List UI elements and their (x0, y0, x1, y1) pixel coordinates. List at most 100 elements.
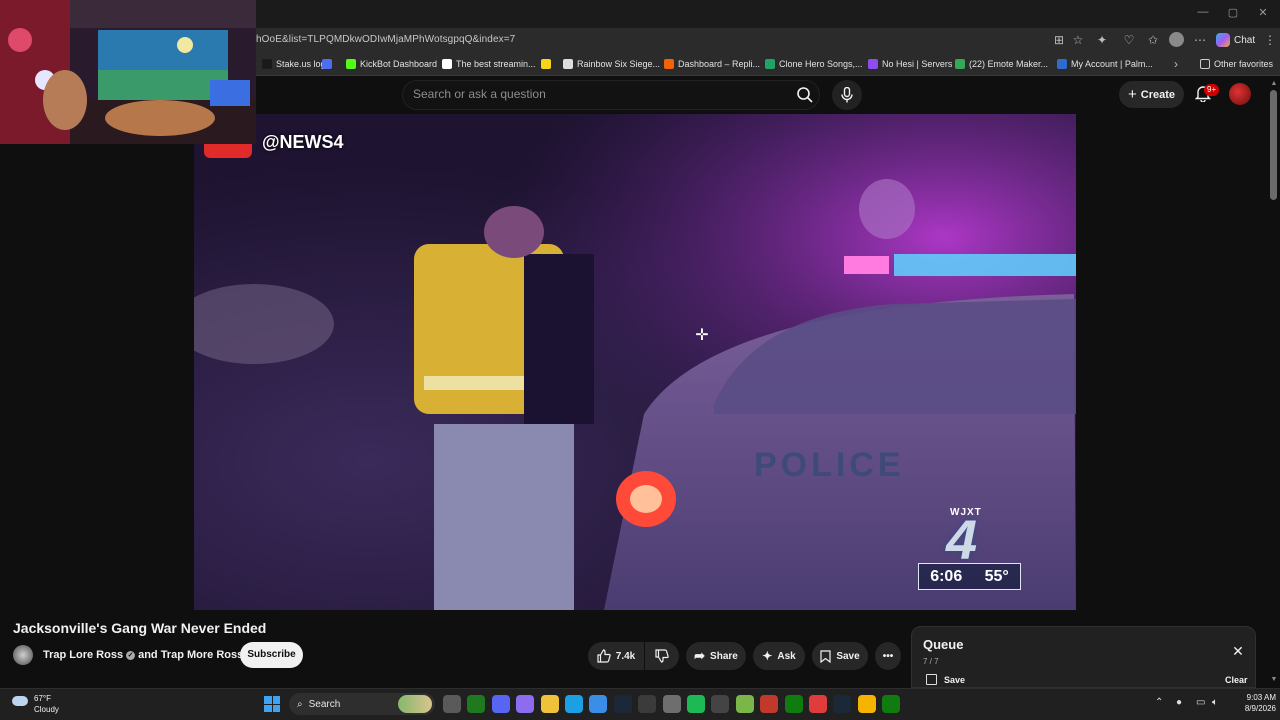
settings-icon[interactable] (663, 695, 681, 713)
ms-store-icon[interactable] (589, 695, 607, 713)
close-window-icon[interactable]: ✕ (1248, 6, 1278, 19)
scroll-down-icon[interactable]: ▼ (1269, 676, 1279, 683)
g-app-icon[interactable] (809, 695, 827, 713)
thumbs-down-icon (655, 649, 669, 663)
share-button[interactable]: ➦ Share (686, 642, 746, 670)
queue-close-icon[interactable]: ✕ (1230, 643, 1246, 659)
overlay-time: 6:06 (930, 567, 963, 585)
webcam-image (0, 0, 256, 144)
bookmark-favicon-icon (1057, 59, 1067, 69)
spotify-icon[interactable] (687, 695, 705, 713)
cloud-icon[interactable] (12, 696, 28, 706)
extensions-icon[interactable]: ✦ (1094, 32, 1110, 48)
bookmark-favicon-icon (346, 59, 356, 69)
task-view-icon[interactable] (443, 695, 461, 713)
scroll-up-icon[interactable]: ▲ (1269, 80, 1279, 87)
favorite-star-icon[interactable]: ☆ (1070, 32, 1086, 48)
other-favorites-label: Other favorites (1214, 59, 1274, 69)
microphone-icon[interactable] (832, 80, 862, 110)
like-count: 7.4k (615, 650, 636, 662)
browser-essentials-icon[interactable]: ♡ (1121, 32, 1137, 48)
bookmark-item[interactable]: My Account | Palm... (1057, 57, 1153, 71)
volume-icon[interactable]: 🔈︎ (1212, 697, 1218, 708)
video-player[interactable]: POLICE (194, 114, 1076, 610)
bookmark-item[interactable]: Stake.us logo (262, 57, 331, 71)
microphone-tray-icon[interactable]: ● (1176, 697, 1182, 708)
ask-button[interactable]: ✦ Ask (753, 642, 805, 670)
sidebar-toggle-icon[interactable]: ⋮ (1262, 32, 1278, 48)
bookmark-label: KickBot Dashboard (360, 59, 438, 69)
chrome-icon[interactable] (858, 695, 876, 713)
bookmark-item[interactable] (322, 57, 332, 71)
bookmark-item[interactable]: Clone Hero Songs,... (765, 57, 863, 71)
scroll-thumb[interactable] (1270, 90, 1277, 200)
ask-label: Ask (777, 650, 796, 662)
channel-number-logo: 4 (946, 508, 978, 571)
save-button[interactable]: Save (812, 642, 868, 670)
windows-start-icon[interactable] (264, 696, 280, 712)
bookmark-item[interactable]: KickBot Dashboard (346, 57, 437, 71)
bookmark-icon (820, 649, 831, 663)
bookmark-label: Dashboard – Repli... (678, 59, 761, 69)
collab-channel[interactable]: and Trap More Ross (138, 649, 243, 661)
red-app-icon[interactable] (760, 695, 778, 713)
copilot-chat-button[interactable]: Chat (1216, 31, 1255, 49)
bookmark-favicon-icon (868, 59, 878, 69)
clock-time[interactable]: 9:03 AM (1236, 693, 1276, 702)
create-label: Create (1140, 88, 1175, 101)
search-input[interactable]: Search or ask a question (413, 87, 546, 101)
edge-icon[interactable] (565, 695, 583, 713)
discord-icon[interactable] (492, 695, 510, 713)
bookmark-label: No Hesi | Servers (882, 59, 953, 69)
bookmark-favicon-icon (541, 59, 551, 69)
maximize-icon[interactable]: ▢ (1218, 6, 1248, 19)
bookmark-item[interactable]: No Hesi | Servers (868, 57, 952, 71)
queue-save-label[interactable]: Save (944, 675, 965, 685)
search-icon[interactable] (792, 82, 818, 108)
xbox-2-icon[interactable] (882, 695, 900, 713)
bookmark-item[interactable] (541, 57, 551, 71)
favorites-icon[interactable]: ✩ (1145, 32, 1161, 48)
xbox-gamebar-icon[interactable] (467, 695, 485, 713)
bookmark-label: (22) Emote Maker... (969, 59, 1049, 69)
like-button[interactable]: 7.4k (588, 642, 644, 670)
tray-overflow-chevron-icon[interactable]: ⌃ (1155, 697, 1163, 708)
minimize-icon[interactable]: — (1188, 6, 1218, 18)
clock-date[interactable]: 8/9/2026 (1226, 704, 1276, 713)
create-button[interactable]: + Create (1119, 81, 1184, 108)
channel-name[interactable]: Trap Lore Ross (43, 649, 123, 661)
subscribe-button[interactable]: Subscribe (240, 642, 303, 668)
other-favorites[interactable]: Other favorites (1200, 57, 1273, 71)
xbox-icon[interactable] (785, 695, 803, 713)
channel-avatar[interactable] (13, 645, 33, 665)
copilot-icon[interactable] (516, 695, 534, 713)
user-avatar[interactable] (1229, 83, 1251, 105)
more-options-icon[interactable]: ⋯ (1192, 32, 1208, 48)
steam-2-icon[interactable] (833, 695, 851, 713)
url-field[interactable]: hOoE&list=TLPQMDkwODIwMjaMPhWotsgpqQ&ind… (256, 34, 515, 45)
copilot-icon (1216, 33, 1230, 47)
weather-temp[interactable]: 67°F (34, 694, 51, 703)
bookmarks-overflow-chevron-icon[interactable]: › (1168, 56, 1184, 72)
channel-name-row[interactable]: Trap Lore Ross ✓ and Trap More Ross (43, 649, 243, 661)
4k-downloader-icon[interactable] (711, 695, 729, 713)
bookmark-favicon-icon (563, 59, 573, 69)
split-screen-icon[interactable]: ⊞ (1051, 32, 1067, 48)
more-actions-icon[interactable]: ••• (875, 642, 901, 670)
bookmark-item[interactable]: The best streamin... (442, 57, 536, 71)
queue-save-checkbox[interactable] (926, 674, 937, 685)
obs-icon[interactable] (638, 695, 656, 713)
b-app-icon[interactable] (736, 695, 754, 713)
profile-avatar[interactable] (1169, 32, 1184, 47)
bookmark-item[interactable]: Dashboard – Repli... (664, 57, 760, 71)
file-explorer-icon[interactable] (541, 695, 559, 713)
bookmark-favicon-icon (322, 59, 332, 69)
dislike-button[interactable] (645, 642, 679, 670)
queue-clear-button[interactable]: Clear (1225, 675, 1248, 685)
bookmark-item[interactable]: Rainbow Six Siege... (563, 57, 660, 71)
save-label: Save (836, 650, 860, 662)
weather-condition[interactable]: Cloudy (34, 705, 59, 714)
network-icon[interactable]: ▭ (1196, 697, 1205, 708)
steam-icon[interactable] (614, 695, 632, 713)
bookmark-item[interactable]: (22) Emote Maker... (955, 57, 1048, 71)
